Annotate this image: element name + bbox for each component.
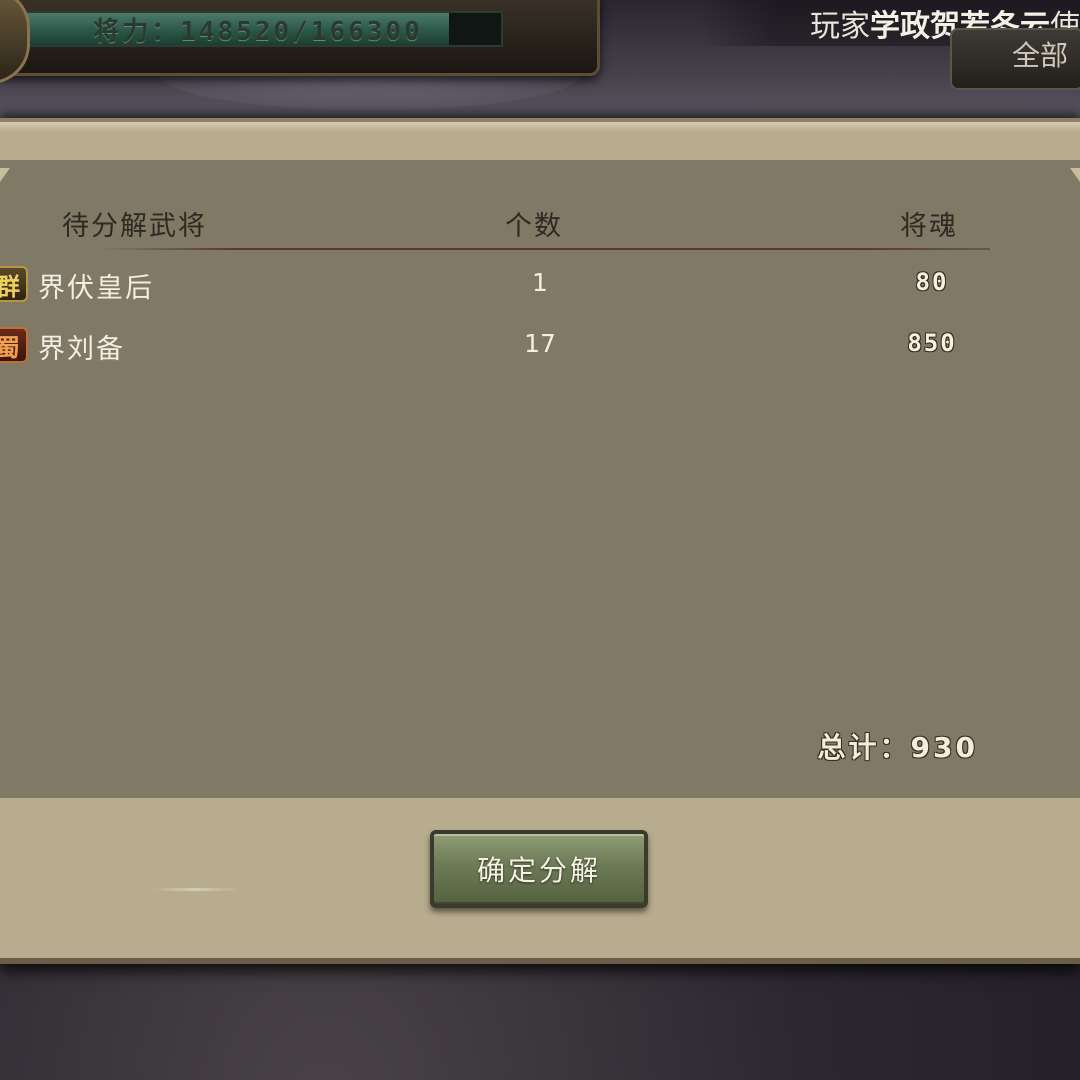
decompose-list-panel: 待分解武将 个数 将魂 群 界伏皇后 1 80 蜀 界刘备 17 850 总计：… bbox=[0, 160, 1080, 798]
decompose-dialog: 待分解武将 个数 将魂 群 界伏皇后 1 80 蜀 界刘备 17 850 总计：… bbox=[0, 118, 1080, 964]
panel-corner-left bbox=[0, 168, 10, 182]
general-count: 17 bbox=[524, 329, 556, 358]
faction-qun-icon: 群 bbox=[0, 266, 28, 302]
column-header-general: 待分解武将 bbox=[62, 211, 207, 242]
column-header-soul: 将魂 bbox=[900, 211, 958, 242]
power-bar: 将力：148520/166300 bbox=[13, 11, 503, 47]
general-name: 界刘备 bbox=[38, 334, 125, 365]
faction-shu-icon: 蜀 bbox=[0, 327, 28, 363]
power-bar-frame: 将力：148520/166300 bbox=[0, 0, 600, 76]
header-divider bbox=[100, 248, 990, 250]
general-soul: 80 bbox=[915, 268, 949, 296]
general-count: 1 bbox=[532, 268, 548, 297]
confirm-decompose-button[interactable]: 确定分解 bbox=[430, 830, 648, 908]
table-row[interactable]: 蜀 界刘备 17 850 bbox=[0, 325, 1080, 369]
announcement-prefix: 玩家 bbox=[810, 9, 870, 44]
game-scene-top: 将力：148520/166300 玩家 学政贺若冬云 使 全部 bbox=[0, 0, 1080, 120]
decorative-line bbox=[150, 888, 240, 891]
general-soul: 850 bbox=[907, 329, 957, 357]
panel-corner-right bbox=[1070, 168, 1080, 182]
power-text: 将力：148520/166300 bbox=[93, 16, 423, 47]
table-row[interactable]: 群 界伏皇后 1 80 bbox=[0, 264, 1080, 308]
general-name: 界伏皇后 bbox=[38, 273, 154, 304]
column-header-count: 个数 bbox=[505, 211, 563, 242]
filter-all-tab[interactable]: 全部 bbox=[950, 28, 1080, 90]
total-soul: 总计：930 bbox=[817, 731, 978, 764]
